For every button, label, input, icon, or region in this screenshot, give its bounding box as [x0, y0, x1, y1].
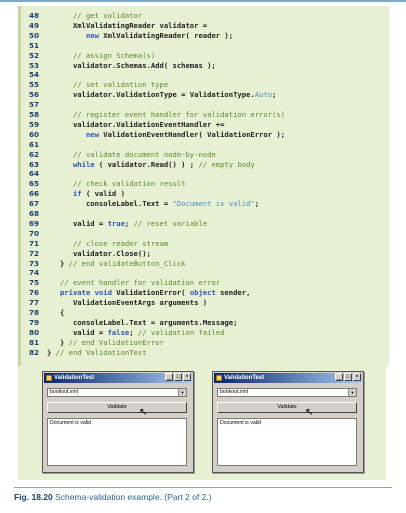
code-line: 50 new XmlValidatingReader( reader ); — [21, 30, 233, 42]
code-text: validator.Close(); — [47, 248, 151, 258]
validate-button[interactable]: Validate — [47, 402, 187, 413]
code-line: 63 while ( validator.Read() ) ; // empty… — [21, 159, 255, 171]
code-text: // validate document node-by-node — [72, 149, 216, 159]
code-text: consoleLabel.Text = arguments.Message; — [47, 317, 238, 327]
window-title: ValidationTest — [54, 375, 95, 381]
code-text: new ValidationEventHandler( ValidationEr… — [85, 129, 286, 139]
code-text: private void ValidationError( object sen… — [59, 288, 251, 298]
figure-caption-text: Schema-validation example. (Part 2 of 2.… — [55, 492, 212, 502]
code-text: // set validation type — [72, 80, 169, 90]
code-text: // check validation result — [72, 179, 186, 189]
figure-caption: Fig. 18.20 Schema-validation example. (P… — [14, 492, 212, 502]
mouse-pointer-icon: ↖ — [305, 407, 314, 418]
file-combo-value: bookout.xml — [50, 389, 78, 395]
figure-label: Fig. 18.20 — [14, 492, 53, 502]
validation-window-1: ValidationTest _ □ × bookout.xml ▼ Valid… — [42, 371, 194, 473]
code-line: 69 valid = true; // reset variable — [21, 218, 207, 230]
minimize-button[interactable]: _ — [165, 373, 173, 381]
file-combo[interactable]: bookout.xml ▼ — [47, 388, 187, 397]
chevron-down-icon[interactable]: ▼ — [178, 389, 186, 396]
code-text: new XmlValidatingReader( reader ); — [85, 30, 234, 40]
code-text: } // end validateButton_Click — [47, 258, 186, 268]
code-text: // register event handler for validation… — [72, 110, 286, 119]
validation-window-2: ValidationTest _ □ × bookout.xml ▼ Valid… — [212, 371, 364, 473]
code-text: validator.Schemas.Add( schemas ); — [47, 60, 216, 70]
code-text: ValidationEventArgs arguments ) — [47, 298, 208, 308]
code-text: // event handler for validation error — [59, 278, 221, 288]
close-button[interactable]: × — [183, 373, 191, 381]
code-line: 56 validator.ValidationType = Validation… — [21, 89, 276, 101]
maximize-button[interactable]: □ — [344, 373, 352, 381]
code-text: // close reader stream — [72, 238, 169, 248]
code-text: // assign Schema(s) — [72, 50, 156, 60]
code-line: 53 validator.Schemas.Add( schemas ); — [21, 60, 216, 72]
code-text: valid = false; // validation failed — [47, 327, 225, 337]
code-text: if ( valid ) — [72, 189, 125, 199]
code-line: 67 consoleLabel.Text = "Document is vali… — [21, 198, 259, 210]
console-label: Document is valid — [47, 418, 187, 466]
code-text: consoleLabel.Text = "Document is valid"; — [47, 199, 260, 209]
code-listing: 48 // get validator 49 XmlValidatingReade… — [18, 6, 389, 366]
code-text: { — [47, 308, 65, 317]
file-combo[interactable]: bookout.xml ▼ — [217, 388, 357, 397]
code-text: while ( validator.Read() ) ; // empty bo… — [72, 159, 255, 169]
close-button[interactable]: × — [353, 373, 361, 381]
validate-button[interactable]: Validate — [217, 402, 357, 413]
mouse-pointer-icon: ↖ — [139, 407, 148, 418]
console-label: Document is valid — [217, 418, 357, 466]
window-title: ValidationTest — [224, 375, 265, 381]
code-text: XmlValidatingReader validator = — [47, 20, 208, 30]
file-combo-value: bookout.xml — [220, 389, 248, 395]
code-text: // get validator — [72, 11, 143, 20]
app-icon — [216, 375, 222, 381]
page-top-rule — [0, 0, 406, 2]
chevron-down-icon[interactable]: ▼ — [348, 389, 356, 396]
minimize-button[interactable]: _ — [335, 373, 343, 381]
code-text: validator.ValidationType = ValidationTyp… — [47, 90, 277, 100]
caption-rule — [14, 487, 392, 488]
code-text: validator.ValidationEventHandler += — [47, 119, 225, 129]
code-text: } // end ValidationTest — [47, 347, 147, 357]
app-icon — [46, 375, 52, 381]
code-line: 82 } // end ValidationTest — [21, 347, 147, 359]
maximize-button[interactable]: □ — [174, 373, 182, 381]
code-text: } // end ValidationError — [47, 337, 164, 347]
screenshot-area: ValidationTest _ □ × bookout.xml ▼ Valid… — [18, 366, 386, 480]
line-number: 82 — [28, 347, 39, 357]
code-text: valid = true; // reset variable — [47, 218, 208, 228]
code-line: 60 new ValidationEventHandler( Validatio… — [21, 129, 285, 141]
